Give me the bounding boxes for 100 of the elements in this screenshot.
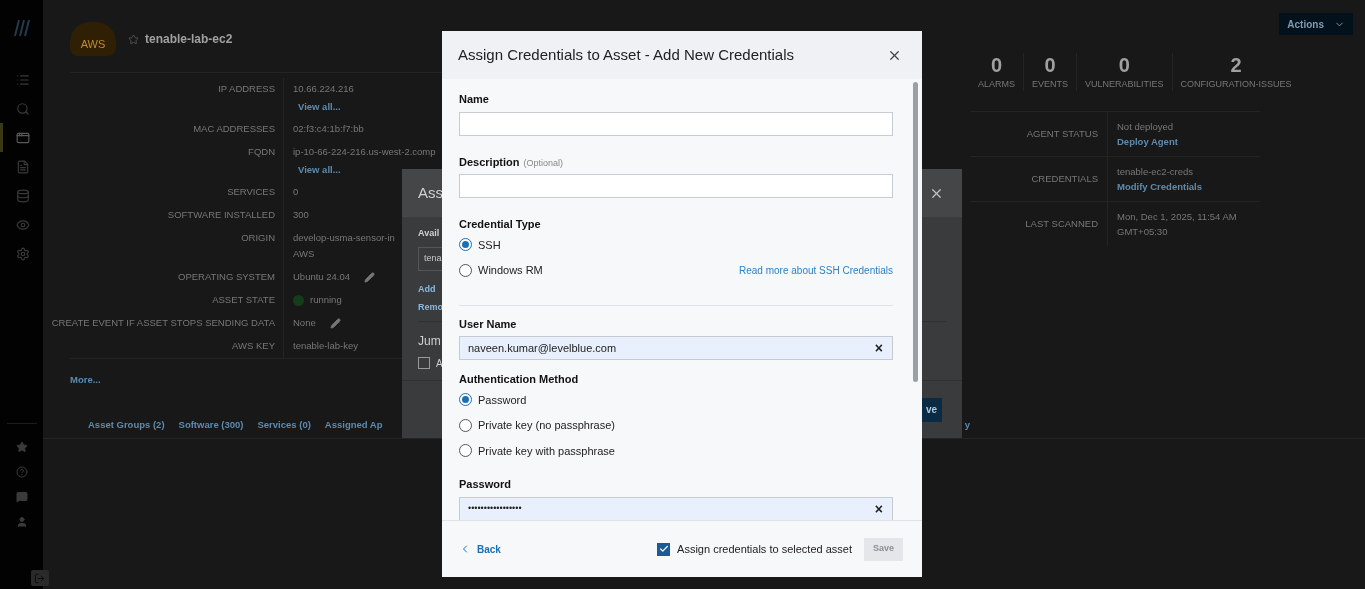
property-value: running (310, 293, 342, 307)
user-icon (15, 515, 28, 528)
property-label: MAC ADDRESSES (193, 122, 275, 136)
checkbox-label: A (436, 356, 443, 371)
stat-value: 2 (1230, 53, 1242, 77)
tab[interactable]: Software (300) (178, 418, 244, 433)
password-field[interactable]: ••••••••••••••••• × (459, 496, 893, 520)
detail-value: Mon, Dec 1, 2025, 11:54 AM (1117, 210, 1238, 224)
settings-icon (16, 246, 30, 261)
window-nav-button[interactable] (16, 130, 30, 145)
clear-button[interactable]: × (874, 341, 883, 355)
document-nav-button[interactable] (16, 159, 30, 174)
edit-icon[interactable] (329, 317, 341, 329)
radio-button[interactable] (459, 418, 472, 432)
field-label: Authentication Method (459, 372, 580, 387)
property-value: ip-10-66-224-216.us-west-2.comp (293, 145, 436, 159)
scrollbar[interactable] (913, 82, 918, 382)
star-icon[interactable] (128, 33, 139, 45)
tab[interactable]: Assigned Ap (324, 418, 383, 433)
property-label: CREATE EVENT IF ASSET STOPS SENDING DATA (51, 316, 275, 330)
property-value: 02:f3:c4:1b:f7:bb (293, 122, 364, 136)
field-label: User Name (459, 316, 518, 332)
stat-label: CONFIGURATION-ISSUES (1180, 78, 1292, 91)
collapse-button[interactable] (30, 570, 49, 586)
help-icon (15, 465, 28, 478)
stat-value: 0 (1118, 53, 1130, 77)
detail-value: GMT+05:30 (1117, 225, 1169, 239)
logo-icon (13, 19, 30, 37)
field-label: Credential Type (459, 217, 542, 232)
field-label: Name (459, 92, 490, 107)
radio-button[interactable] (459, 393, 472, 407)
chat-icon (15, 490, 28, 503)
property-value: 0 (293, 185, 299, 199)
detail-link[interactable]: Modify Credentials (1117, 179, 1202, 194)
view-all-link[interactable]: View all... (298, 100, 341, 114)
view-all-link[interactable]: View all... (298, 163, 341, 177)
detail-value: Not deployed (1117, 120, 1174, 134)
tab[interactable]: y (964, 418, 970, 433)
eye-icon (16, 217, 30, 232)
property-label: AWS KEY (232, 339, 275, 353)
stat-value: 0 (990, 53, 1003, 77)
exit-icon (34, 572, 45, 584)
dialog-link[interactable]: Add (418, 282, 436, 296)
star-icon (15, 440, 28, 453)
tab[interactable]: Services (0) (257, 418, 311, 433)
stat-label: EVENTS (1032, 78, 1069, 91)
property-label: ORIGIN (241, 231, 275, 245)
edit-icon[interactable] (364, 271, 376, 283)
property-label: SOFTWARE INSTALLED (167, 208, 275, 222)
optional-hint: (Optional) (523, 156, 564, 170)
property-value: 10.66.224.216 (293, 82, 354, 96)
list-nav-button[interactable] (16, 72, 30, 87)
actions-button[interactable]: Actions (1279, 13, 1353, 35)
property-value: AWS (293, 247, 315, 261)
more-link[interactable]: More... (70, 374, 101, 385)
radio-label: Private key (no passphrase) (478, 418, 615, 433)
property-label: FQDN (248, 145, 275, 159)
property-label: IP ADDRESS (218, 82, 275, 96)
radio-button[interactable] (459, 444, 472, 458)
read-more-link[interactable]: Read more about SSH Credentials (739, 262, 893, 278)
section-heading: Jum (418, 332, 441, 350)
property-value: tenable-lab-key (293, 339, 358, 353)
back-button[interactable]: Back (459, 541, 501, 557)
eye-nav-button[interactable] (16, 217, 30, 232)
radio-label: Private key with passphrase (478, 443, 615, 459)
clear-button[interactable]: × (874, 501, 883, 516)
name-field[interactable] (459, 111, 893, 136)
user-name-field[interactable]: naveen.kumar@levelblue.com × (459, 336, 893, 360)
database-nav-button[interactable] (16, 188, 30, 203)
dialog-title: Assign Credentials to Asset - Add New Credentials (458, 44, 794, 65)
section-label: Avail (418, 227, 440, 240)
detail-label: LAST SCANNED (1025, 216, 1098, 231)
field-label: Password (459, 477, 512, 492)
property-label: OPERATING SYSTEM (178, 270, 275, 284)
stat-label: VULNERABILITIES (1085, 78, 1164, 91)
radio-button[interactable] (459, 238, 472, 252)
checkbox[interactable] (657, 542, 671, 556)
detail-label: CREDENTIALS (1031, 171, 1098, 186)
property-value: develop-usma-sensor-in (293, 231, 395, 245)
window-icon (16, 130, 30, 145)
checkbox[interactable] (418, 357, 430, 369)
database-icon (16, 188, 30, 203)
detail-label: AGENT STATUS (1026, 126, 1098, 141)
asset-title: tenable-lab-ec2 (145, 31, 233, 48)
settings-nav-button[interactable] (16, 246, 30, 261)
dialog-link[interactable]: Remo (418, 301, 443, 315)
document-icon (16, 159, 30, 174)
radio-button[interactable] (459, 263, 472, 277)
field-label: Description (459, 154, 520, 170)
stat-label: ALARMS (978, 78, 1015, 91)
description-field[interactable] (459, 174, 893, 198)
list-icon (16, 72, 30, 87)
radio-label: Windows RM (478, 263, 543, 278)
property-value: 300 (293, 208, 309, 222)
radio-label: SSH (478, 237, 501, 253)
tab[interactable]: Asset Groups (2) (88, 418, 165, 433)
property-label: SERVICES (227, 185, 275, 199)
search-nav-button[interactable] (16, 101, 30, 116)
detail-link[interactable]: Deploy Agent (1117, 134, 1178, 149)
checkbox-label: Assign credentials to selected asset (677, 541, 852, 557)
